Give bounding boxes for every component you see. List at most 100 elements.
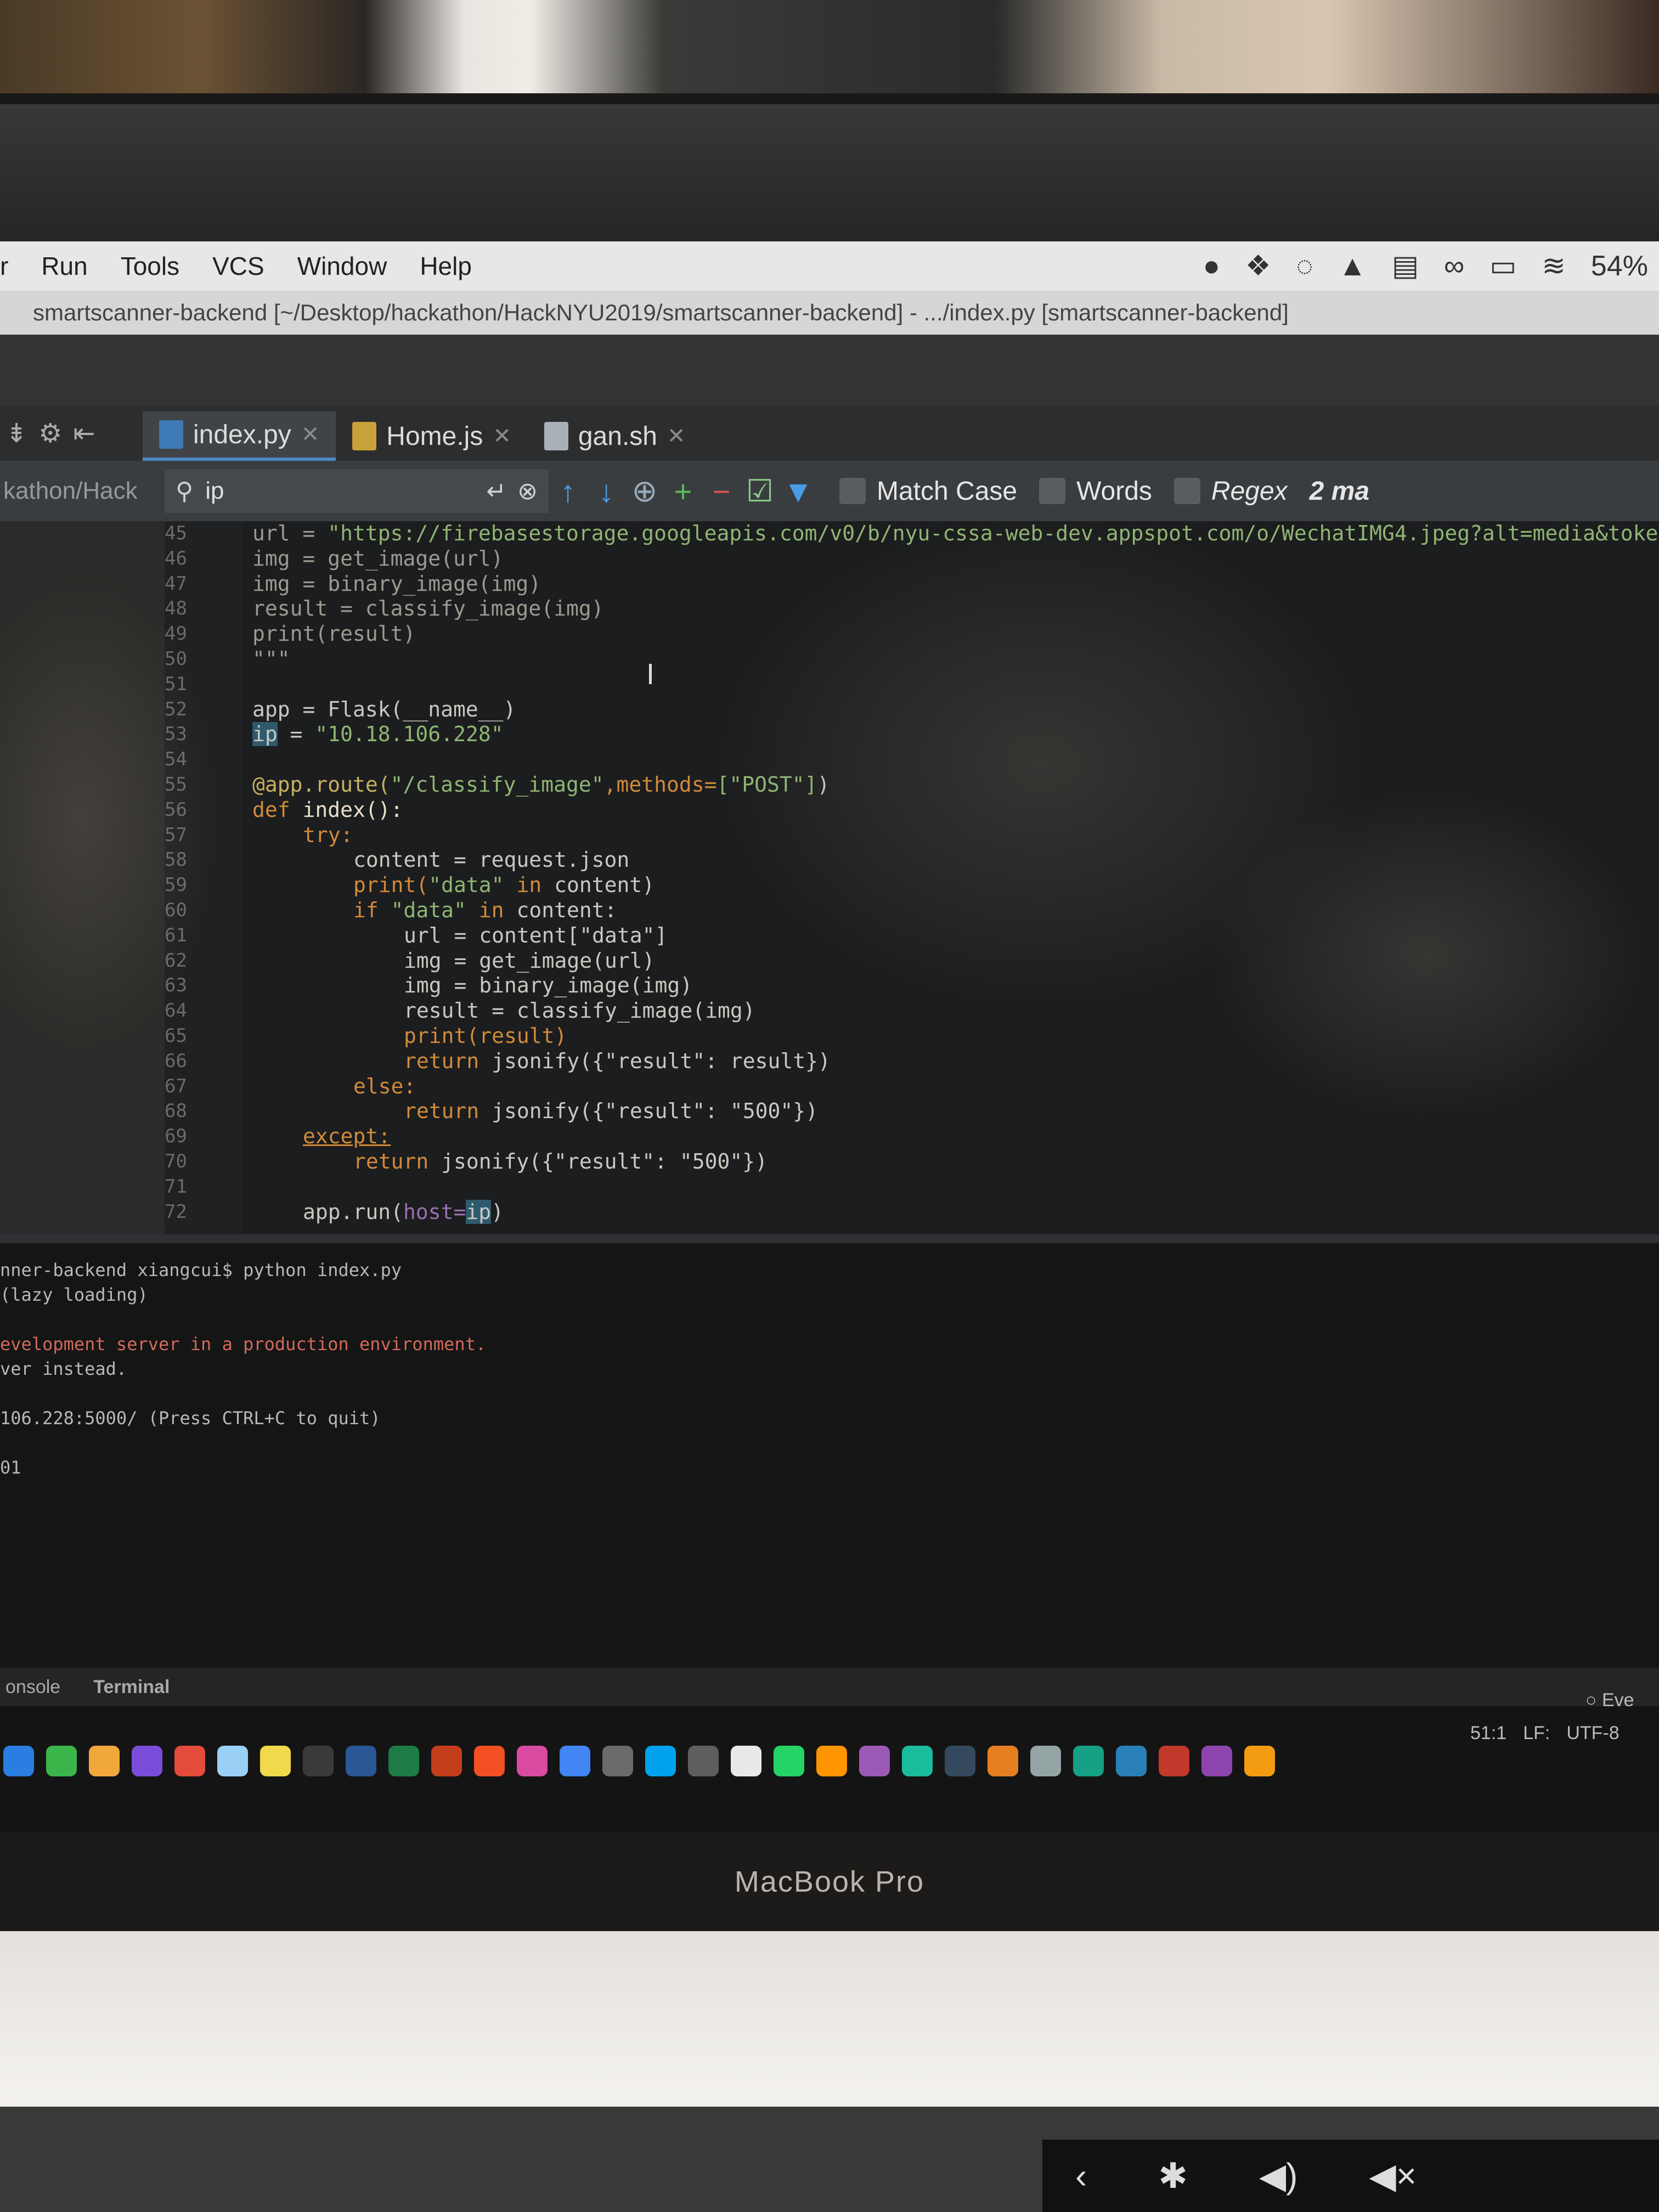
code-line-59: print("data" in content) — [353, 873, 655, 898]
enter-icon: ↵ — [486, 477, 507, 505]
regex-checkbox[interactable] — [1173, 478, 1200, 504]
battery-percent[interactable]: 54% — [1591, 250, 1648, 283]
line-separator[interactable]: LF: — [1523, 1723, 1550, 1744]
cursor-position[interactable]: 51:1 — [1470, 1723, 1506, 1744]
dock-app-icon[interactable] — [902, 1746, 933, 1776]
dock-app-icon[interactable] — [431, 1746, 462, 1776]
event-log-link[interactable]: ○ Eve — [1585, 1690, 1634, 1711]
words-checkbox[interactable] — [1039, 478, 1066, 504]
code-line-58: content = request.json — [353, 848, 630, 872]
dock-app-icon[interactable] — [859, 1746, 890, 1776]
dock-app-icon[interactable] — [346, 1746, 376, 1776]
menu-item-run[interactable]: Run — [41, 251, 87, 281]
line-number: 62 — [165, 949, 187, 972]
dock-app-icon[interactable] — [303, 1746, 334, 1776]
wechat-icon[interactable]: ● — [1203, 250, 1220, 283]
dock-app-icon[interactable] — [474, 1746, 505, 1776]
line-number: 47 — [165, 572, 187, 595]
add-occurrence-icon[interactable]: + — [664, 473, 702, 509]
dock-app-icon[interactable] — [517, 1746, 548, 1776]
dock — [0, 1728, 1481, 1794]
code-area[interactable]: url = "https://firebasestorage.googleapi… — [252, 521, 1659, 1224]
line-numbers: 45 46 47 48 49 50 51 52 53 54 55 56 57 58 59 60 61 62 63 64… — [165, 521, 230, 1224]
dock-app-icon[interactable] — [602, 1746, 633, 1776]
menu-item-partial[interactable]: r — [0, 251, 8, 281]
display-icon[interactable]: ▤ — [1392, 250, 1419, 283]
search-input[interactable] — [204, 477, 476, 505]
tab-home-js[interactable]: Home.js ✕ — [336, 411, 528, 461]
tab-index-py[interactable]: index.py ✕ — [143, 411, 336, 461]
dock-app-icon[interactable] — [816, 1746, 847, 1776]
search-field[interactable]: ⚲ ↵ ⊗ — [165, 469, 549, 513]
dock-app-icon[interactable] — [988, 1746, 1018, 1776]
remove-occurrence-icon[interactable]: − — [702, 473, 741, 509]
dock-app-icon[interactable] — [217, 1746, 248, 1776]
menu-item-help[interactable]: Help — [420, 251, 472, 281]
match-case-option[interactable]: Match Case — [839, 476, 1017, 506]
terminal-panel[interactable]: nner-backend xiangcui$ python index.py (… — [0, 1243, 1659, 1699]
file-encoding[interactable]: UTF-8 — [1566, 1723, 1619, 1744]
dock-app-icon[interactable] — [1116, 1746, 1147, 1776]
tab-gan-sh[interactable]: gan.sh ✕ — [528, 411, 702, 461]
words-option[interactable]: Words — [1039, 476, 1152, 506]
dock-app-icon[interactable] — [1201, 1746, 1232, 1776]
select-all-occurrences-icon[interactable]: ⊕ — [625, 473, 664, 509]
dock-app-icon[interactable] — [174, 1746, 205, 1776]
dock-app-icon[interactable] — [1244, 1746, 1275, 1776]
dock-app-icon[interactable] — [688, 1746, 719, 1776]
previous-occurrence-icon[interactable]: ↑ — [549, 473, 587, 509]
dock-app-icon[interactable] — [1030, 1746, 1061, 1776]
code-line-52: app = Flask(__name__) — [252, 697, 516, 721]
dock-app-icon[interactable] — [774, 1746, 804, 1776]
dock-app-icon[interactable] — [1159, 1746, 1189, 1776]
collapse-icon[interactable]: ⇟ — [5, 418, 27, 449]
close-icon[interactable]: ✕ — [493, 424, 511, 449]
dock-app-icon[interactable] — [560, 1746, 590, 1776]
dock-app-icon[interactable] — [645, 1746, 676, 1776]
brightness-icon[interactable]: ✱ — [1158, 2155, 1188, 2197]
dock-app-icon[interactable] — [731, 1746, 761, 1776]
terminal-line: (lazy loading) — [0, 1284, 148, 1305]
gear-icon[interactable]: ⚙ — [38, 418, 62, 449]
status-bar: 51:1 LF: UTF-8 — [1470, 1723, 1620, 1744]
menu-item-vcs[interactable]: VCS — [212, 251, 264, 281]
dock-app-icon[interactable] — [945, 1746, 975, 1776]
select-occurrences-icon[interactable]: ☑ — [741, 473, 779, 509]
dock-app-icon[interactable] — [388, 1746, 419, 1776]
clear-icon[interactable]: ⊗ — [517, 477, 538, 505]
dock-app-icon[interactable] — [132, 1746, 162, 1776]
sync-icon[interactable]: ◌ — [1296, 250, 1313, 283]
line-number: 54 — [165, 748, 187, 771]
dropbox-icon[interactable]: ❖ — [1245, 250, 1271, 283]
line-number: 46 — [165, 547, 187, 569]
dock-app-icon[interactable] — [1073, 1746, 1104, 1776]
dock-app-icon[interactable] — [89, 1746, 120, 1776]
dock-app-icon[interactable] — [3, 1746, 34, 1776]
panel-divider[interactable] — [0, 1234, 1659, 1243]
glasses-icon[interactable]: ∞ — [1444, 250, 1464, 283]
chevron-left-icon[interactable]: ‹ — [1075, 2155, 1087, 2196]
close-icon[interactable]: ✕ — [301, 422, 320, 447]
close-icon[interactable]: ✕ — [667, 424, 686, 449]
code-editor[interactable]: 45 46 47 48 49 50 51 52 53 54 55 56 57 58 59 60 61 62 63 64… — [0, 521, 1659, 1234]
next-occurrence-icon[interactable]: ↓ — [587, 473, 625, 509]
dock-app-icon[interactable] — [46, 1746, 77, 1776]
wifi-icon[interactable]: ≋ — [1542, 250, 1566, 283]
search-icon[interactable]: ⚲ — [176, 477, 193, 505]
dock-app-icon[interactable] — [260, 1746, 291, 1776]
regex-option[interactable]: Regex — [1173, 476, 1288, 506]
volume-icon[interactable]: ◀) — [1259, 2155, 1298, 2197]
mute-icon[interactable]: ◀× — [1369, 2155, 1417, 2197]
menu-item-tools[interactable]: Tools — [121, 251, 179, 281]
drive-icon[interactable]: ▲ — [1339, 250, 1367, 283]
line-number: 67 — [165, 1075, 187, 1097]
tab-console[interactable]: onsole — [5, 1677, 60, 1698]
code-line-66: return jsonify({"result": result}) — [404, 1048, 831, 1073]
menu-item-window[interactable]: Window — [297, 251, 387, 281]
tab-terminal[interactable]: Terminal — [93, 1677, 170, 1698]
filter-icon[interactable]: ▼ — [779, 473, 817, 509]
match-case-checkbox[interactable] — [839, 478, 866, 504]
line-number: 61 — [165, 924, 187, 946]
airplay-icon[interactable]: ▭ — [1489, 250, 1516, 283]
hide-panel-icon[interactable]: ⇤ — [73, 418, 95, 449]
